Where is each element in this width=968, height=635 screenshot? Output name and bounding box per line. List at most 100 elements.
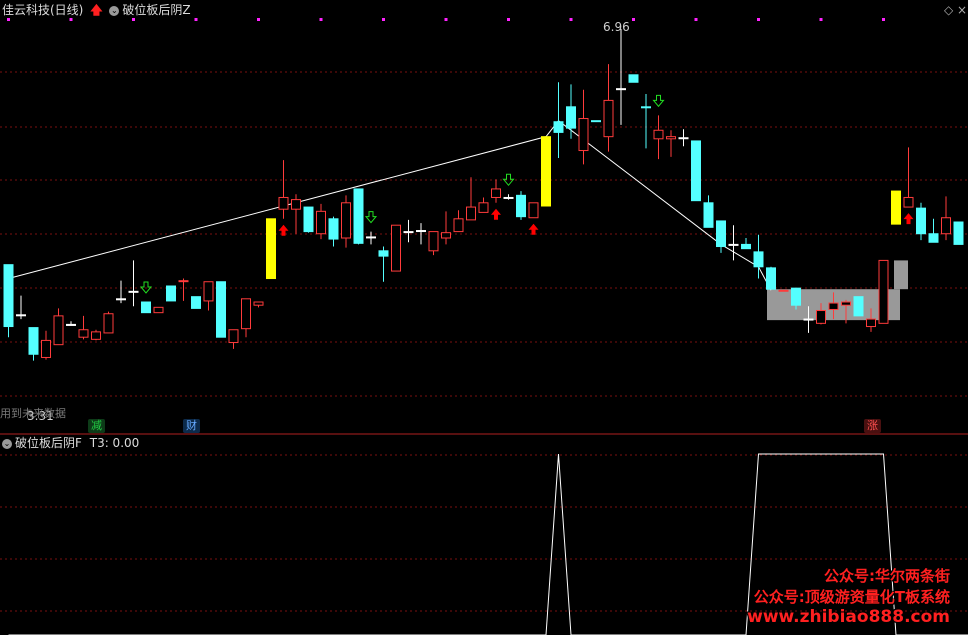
badge-finance[interactable]: 财: [183, 419, 200, 433]
candle-body: [341, 202, 351, 239]
candle-body: [753, 251, 764, 268]
candle-body: [591, 120, 601, 123]
candle-body: [841, 301, 851, 306]
candle-body: [166, 285, 176, 302]
candle-body: [403, 231, 414, 234]
candle-body: [528, 202, 539, 219]
main-chart-panel[interactable]: [0, 0, 968, 435]
candle-body: [553, 121, 564, 133]
signal-up-arrow-icon: [903, 213, 914, 225]
candle-body: [853, 296, 864, 317]
candle-body: [516, 194, 526, 218]
candle-body: [91, 331, 101, 340]
candle-body: [478, 202, 489, 213]
candle-body: [41, 339, 51, 358]
candle-body: [891, 190, 901, 225]
dot-marker: [444, 18, 448, 21]
candle-body: [453, 218, 464, 233]
candle-body: [566, 106, 576, 129]
candle-body: [603, 99, 614, 138]
candle-body: [866, 318, 876, 328]
candle-body: [53, 315, 64, 346]
candle-body: [928, 233, 939, 243]
candle-body: [253, 301, 264, 306]
candle-body: [903, 196, 914, 208]
sub-header: ⌄ 破位板后阴F T3: 0.00: [2, 436, 139, 450]
candle-body: [241, 298, 251, 330]
dot-marker: [569, 18, 573, 21]
chevron-down-icon[interactable]: ⌄: [2, 438, 12, 449]
candle-body: [328, 218, 339, 240]
candle-body: [378, 250, 389, 257]
candle-body: [291, 199, 301, 210]
dot-marker: [319, 18, 323, 21]
candle-body: [416, 230, 426, 233]
dot-marker: [882, 18, 885, 21]
candle-body: [791, 287, 801, 306]
candle-body: [828, 302, 839, 310]
candle-body: [141, 301, 151, 314]
scroll-toggle-icon[interactable]: ◇: [944, 3, 953, 17]
candle-body: [303, 206, 314, 233]
signal-down-arrow-icon: [364, 211, 378, 224]
candle-body: [953, 221, 964, 245]
candle-body: [3, 264, 14, 328]
watermark-line-3: www.zhibiao888.com: [747, 607, 950, 627]
candle-body: [353, 188, 364, 244]
badge-reduce-label: 减: [91, 419, 102, 432]
candle-body: [491, 188, 501, 198]
close-icon[interactable]: ×: [957, 3, 967, 17]
candle-body: [366, 236, 376, 239]
signal-down-arrow-icon: [502, 173, 515, 187]
signal-up-arrow-icon: 🡅: [90, 3, 103, 17]
candle-body: [916, 207, 926, 235]
dot-marker: [132, 18, 135, 21]
candle-body: [628, 74, 639, 83]
zone-extension: [894, 260, 908, 290]
candle-body: [678, 137, 689, 140]
dot-marker: [819, 18, 823, 21]
candle-body: [16, 314, 26, 317]
watermark-line-1: 公众号:华尔两条街: [824, 567, 950, 585]
candle-body: [78, 329, 89, 338]
candle-body: [391, 224, 401, 272]
candle-body: [666, 136, 676, 140]
candle-body: [278, 196, 289, 210]
candle-body: [703, 202, 714, 228]
dot-marker: [382, 18, 385, 21]
dot-marker: [69, 18, 73, 21]
future-data-note: 用到未来数据: [0, 407, 66, 420]
dot-marker: [257, 18, 260, 21]
candle-body: [578, 118, 589, 152]
candle-body: [766, 267, 776, 290]
candle-body: [803, 318, 814, 321]
badge-rise[interactable]: 涨: [864, 419, 881, 433]
candle-body: [228, 329, 239, 344]
candle-body: [641, 106, 651, 109]
main-header: 佳云科技(日线) 🡅 ⌄ 破位板后阴Z: [2, 3, 191, 17]
candle-body: [816, 310, 826, 324]
candle-body: [716, 220, 726, 248]
sub-indicator-name[interactable]: 破位板后阴F: [15, 436, 82, 450]
candle-body: [103, 313, 114, 334]
watermark-line-2: 公众号:顶级游资量化T板系统: [753, 588, 950, 606]
badge-reduce[interactable]: 减: [88, 419, 105, 433]
candle-body: [878, 259, 889, 324]
candle-body: [153, 306, 164, 314]
badge-rise-label: 涨: [867, 419, 878, 432]
dot-marker: [632, 18, 635, 21]
candle-body: [316, 210, 326, 235]
indicator-name-label[interactable]: 破位板后阴Z: [122, 3, 190, 17]
dot-marker: [194, 18, 198, 21]
dot-marker: [757, 18, 760, 21]
dot-marker: [694, 18, 698, 21]
candle-body: [728, 243, 739, 246]
candle-body: [116, 298, 126, 301]
candle-body: [28, 327, 39, 355]
candle-body: [778, 289, 789, 292]
signal-down-arrow-icon: [652, 94, 665, 108]
chevron-down-icon[interactable]: ⌄: [109, 5, 120, 16]
max-price-label: 6.96: [603, 20, 630, 34]
candle-body: [191, 296, 201, 309]
candle-body: [616, 88, 626, 91]
